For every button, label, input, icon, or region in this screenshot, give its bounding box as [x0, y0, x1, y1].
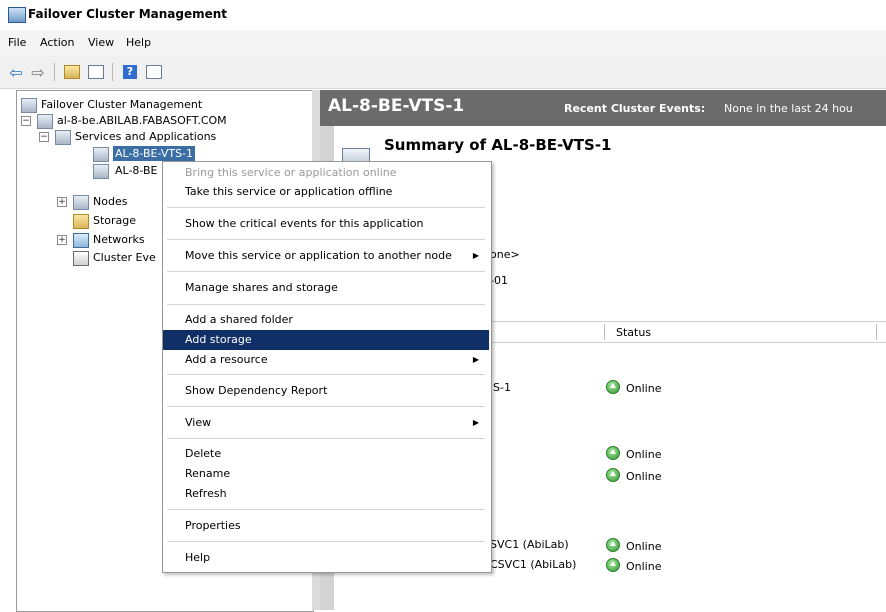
- toolbar: ⇦ ⇨ ?: [0, 56, 886, 89]
- back-icon[interactable]: ⇦: [6, 62, 26, 82]
- forward-icon[interactable]: ⇨: [28, 62, 48, 82]
- status-text: Online: [626, 448, 662, 461]
- show-hide-tree-icon[interactable]: [86, 62, 106, 82]
- resource-status: Online: [606, 558, 661, 573]
- menu-item-move-to-node[interactable]: Move this service or application to anot…: [163, 246, 489, 266]
- context-menu: Bring this service or application online…: [162, 161, 492, 573]
- menu-item-add-storage[interactable]: Add storage: [163, 330, 489, 350]
- submenu-arrow-icon: ▶: [472, 251, 479, 260]
- menu-bar: File Action View Help: [0, 30, 886, 56]
- cluster-icon: [37, 114, 53, 129]
- menu-item-rename[interactable]: Rename: [163, 464, 489, 484]
- online-icon: [606, 446, 620, 460]
- resource-name-fragment: SVC1 (AbiLab): [490, 538, 569, 551]
- storage-icon: [73, 214, 89, 229]
- expand-icon[interactable]: +: [57, 197, 67, 207]
- status-text: Online: [626, 540, 662, 553]
- service-icon: [93, 147, 109, 162]
- menu-separator: [167, 406, 485, 407]
- tree-events-label: Cluster Eve: [93, 251, 156, 264]
- title-bar: Failover Cluster Management: [0, 0, 886, 30]
- status-text: Online: [626, 560, 662, 573]
- services-icon: [55, 130, 71, 145]
- service-icon: [93, 164, 109, 179]
- column-separator[interactable]: [604, 324, 605, 340]
- online-icon: [606, 538, 620, 552]
- resource-status: Online: [606, 380, 661, 395]
- menu-help[interactable]: Help: [126, 36, 151, 49]
- menu-item-bring-online: Bring this service or application online: [185, 166, 397, 179]
- online-icon: [606, 468, 620, 482]
- owner-value-fragment: one>: [490, 248, 520, 261]
- menu-separator: [167, 271, 485, 272]
- menu-item-refresh[interactable]: Refresh: [163, 484, 489, 504]
- resource-status: Online: [606, 538, 661, 553]
- collapse-icon[interactable]: −: [21, 116, 31, 126]
- resource-name-fragment: CSVC1 (AbiLab): [490, 558, 577, 571]
- menu-separator: [167, 374, 485, 375]
- window-title: Failover Cluster Management: [28, 7, 228, 21]
- expand-icon[interactable]: +: [57, 235, 67, 245]
- menu-item-delete[interactable]: Delete: [163, 444, 489, 464]
- resource-status: Online: [606, 446, 661, 461]
- networks-icon: [73, 233, 89, 248]
- events-icon: [73, 251, 89, 266]
- menu-separator: [167, 438, 485, 439]
- app-icon: [8, 7, 26, 23]
- help-icon[interactable]: ?: [120, 62, 140, 82]
- menu-separator: [167, 541, 485, 542]
- submenu-arrow-icon: ▶: [472, 355, 479, 364]
- column-status-header[interactable]: Status: [616, 326, 651, 339]
- tree-nodes-label: Nodes: [93, 195, 128, 208]
- summary-title: Summary of AL-8-BE-VTS-1: [384, 136, 612, 154]
- status-text: Online: [626, 382, 662, 395]
- details-header: AL-8-BE-VTS-1 Recent Cluster Events: Non…: [320, 90, 886, 126]
- up-icon[interactable]: [62, 62, 82, 82]
- tree-storage-label: Storage: [93, 214, 137, 227]
- tree-cluster-label: al-8-be.ABILAB.FABASOFT.COM: [57, 114, 227, 127]
- menu-item-add-shared-folder[interactable]: Add a shared folder: [163, 310, 489, 330]
- collapse-icon[interactable]: −: [39, 132, 49, 142]
- properties-icon[interactable]: [144, 62, 164, 82]
- menu-item-help[interactable]: Help: [163, 548, 489, 568]
- menu-item-add-resource[interactable]: Add a resource ▶: [163, 350, 489, 370]
- tree-services-label: Services and Applications: [75, 130, 217, 143]
- details-title: AL-8-BE-VTS-1: [328, 96, 465, 116]
- menu-item-properties[interactable]: Properties: [163, 516, 489, 536]
- column-separator[interactable]: [876, 324, 877, 340]
- status-text: Online: [626, 470, 662, 483]
- cluster-manager-icon: [21, 98, 37, 113]
- toolbar-separator: [54, 63, 55, 81]
- menu-action[interactable]: Action: [40, 36, 74, 49]
- menu-item-take-offline[interactable]: Take this service or application offline: [163, 182, 489, 202]
- menu-separator: [167, 509, 485, 510]
- tree-service-vts1-label: AL-8-BE-VTS-1: [113, 146, 196, 161]
- menu-item-show-critical-events[interactable]: Show the critical events for this applic…: [163, 214, 489, 234]
- menu-separator: [167, 304, 485, 305]
- online-icon: [606, 380, 620, 394]
- menu-view[interactable]: View: [88, 36, 114, 49]
- nodes-icon: [73, 195, 89, 210]
- menu-separator: [167, 239, 485, 240]
- resource-name-fragment: 'S-1: [490, 381, 511, 394]
- submenu-arrow-icon: ▶: [472, 418, 479, 427]
- tree-root-label: Failover Cluster Management: [41, 98, 203, 111]
- menu-item-view[interactable]: View ▶: [163, 413, 489, 433]
- menu-separator: [167, 207, 485, 208]
- resource-status: Online: [606, 468, 661, 483]
- menu-item-manage-shares[interactable]: Manage shares and storage: [163, 278, 489, 298]
- recent-events-label: Recent Cluster Events:: [564, 102, 706, 115]
- tree-service-2-label: AL-8-BE: [115, 164, 158, 177]
- menu-file[interactable]: File: [8, 36, 26, 49]
- tree-networks-label: Networks: [93, 233, 145, 246]
- online-icon: [606, 558, 620, 572]
- menu-item-dependency-report[interactable]: Show Dependency Report: [163, 381, 489, 401]
- node-value-fragment: -01: [490, 274, 508, 287]
- recent-events-value[interactable]: None in the last 24 hou: [724, 102, 853, 115]
- toolbar-separator: [112, 63, 113, 81]
